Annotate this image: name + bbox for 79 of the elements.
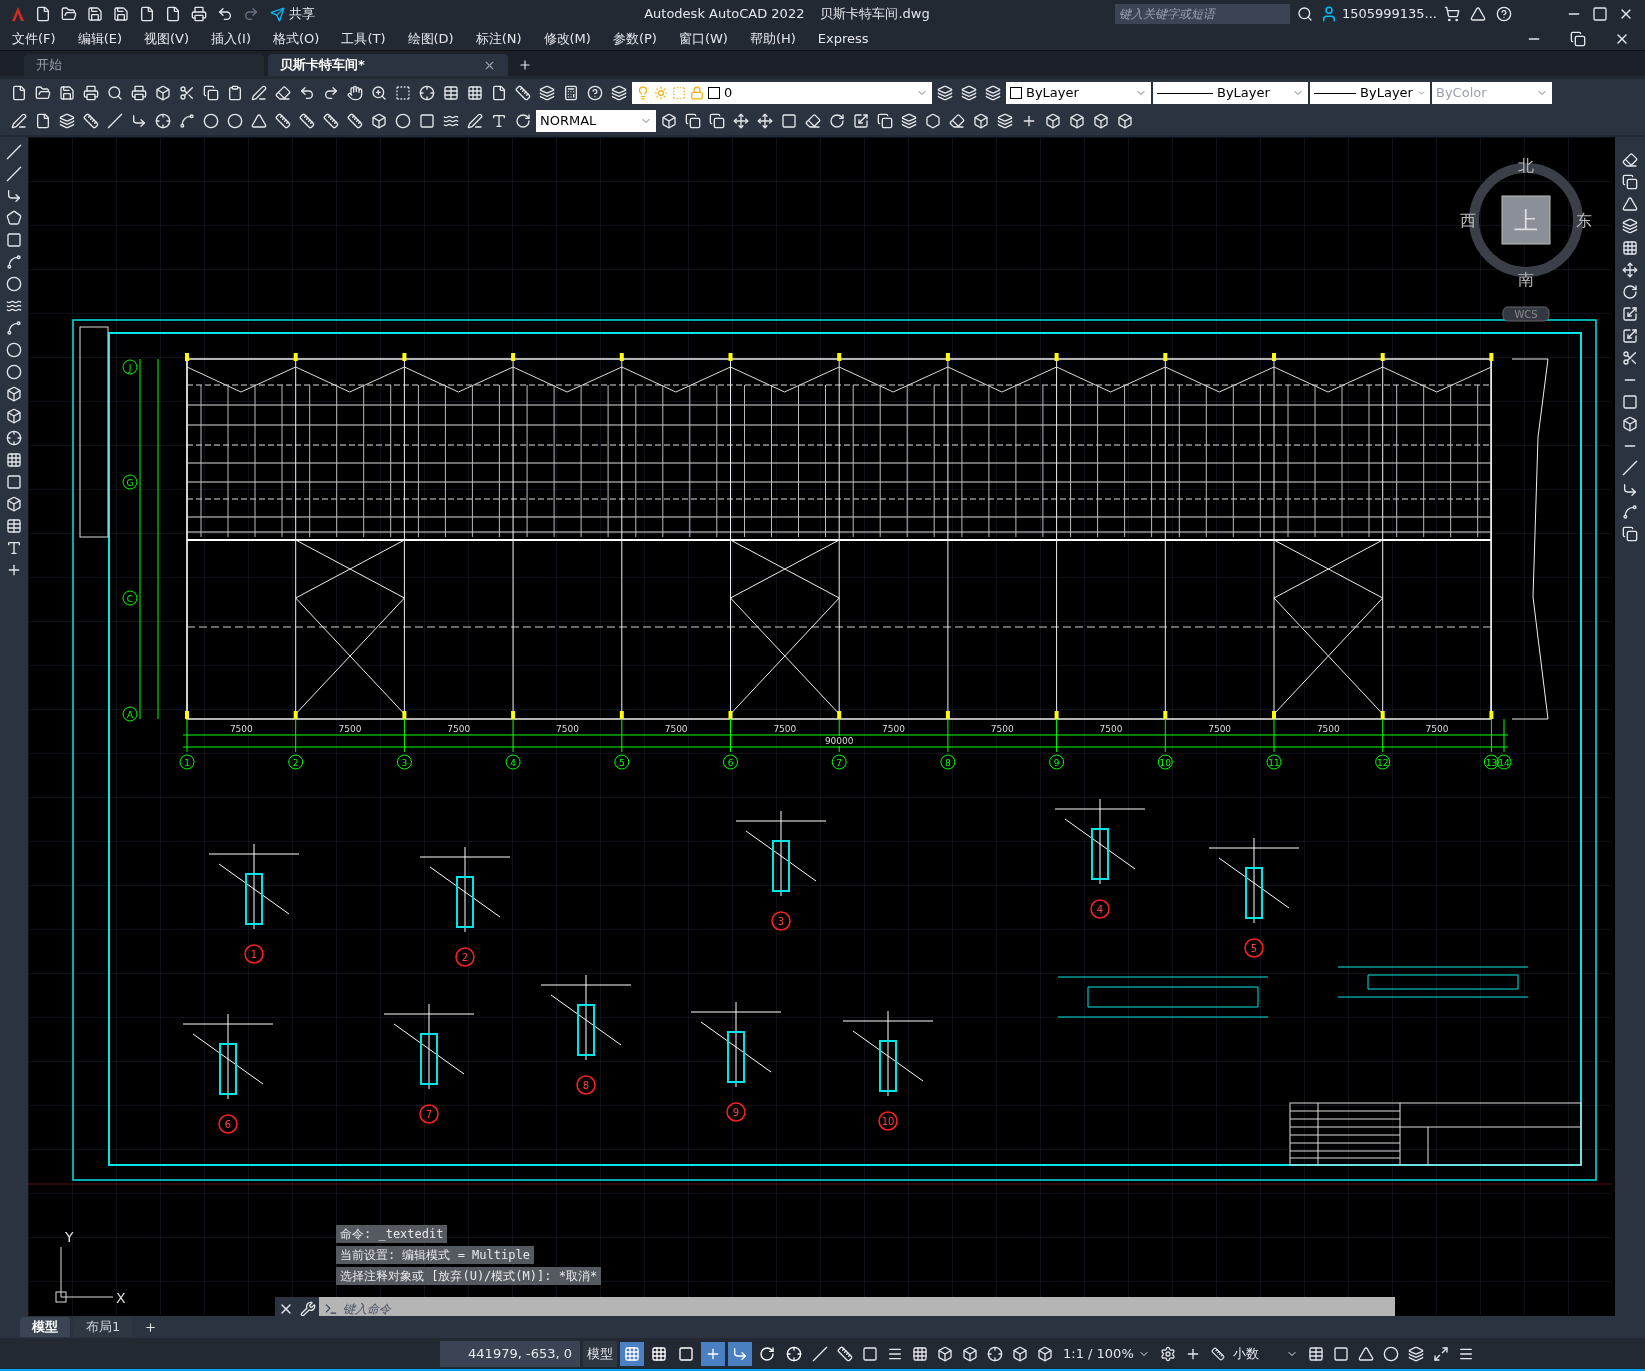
layer-dropdown[interactable]: 0 bbox=[632, 82, 932, 104]
coordinates-readout: 441979, -653, 0 bbox=[440, 1340, 580, 1367]
grid-axis-bubble: C bbox=[122, 590, 138, 606]
detail-number-bubble: 6 bbox=[218, 1114, 238, 1134]
menu-item[interactable]: 格式(O) bbox=[273, 29, 320, 49]
total-dimension-text: 90000 bbox=[824, 736, 854, 746]
grid-axis-bubble: 8 bbox=[940, 754, 956, 770]
detail-number-bubble: 1 bbox=[244, 944, 264, 964]
grid-axis-bubble: 10 bbox=[1157, 754, 1173, 770]
detail-number-bubble: 10 bbox=[878, 1111, 898, 1131]
user-name[interactable]: 1505999135... bbox=[1341, 4, 1437, 24]
menu-item[interactable]: 插入(I) bbox=[211, 29, 251, 49]
detail-number-bubble: 3 bbox=[771, 911, 791, 931]
linetype-dropdown[interactable]: ByLayer bbox=[1153, 82, 1308, 104]
dimension-text: 7500 bbox=[338, 724, 362, 734]
compass-label[interactable]: 东 bbox=[1576, 211, 1592, 230]
dimension-text: 7500 bbox=[1316, 724, 1340, 734]
search-field[interactable]: 键入关键字或短语 bbox=[1114, 4, 1290, 24]
dimension-text: 7500 bbox=[773, 724, 797, 734]
dimension-text: 7500 bbox=[447, 724, 471, 734]
detail-number-bubble: 7 bbox=[419, 1104, 439, 1124]
menu-item[interactable]: 工具(T) bbox=[341, 29, 386, 49]
menu-item[interactable]: 参数(P) bbox=[612, 29, 657, 49]
menu-item[interactable]: 视图(V) bbox=[144, 29, 190, 49]
dimension-text: 7500 bbox=[556, 724, 579, 734]
text-style-dropdown[interactable]: NORMAL bbox=[536, 110, 656, 132]
document-tab[interactable]: 贝斯卡特车间* bbox=[268, 54, 508, 76]
model-space-button[interactable]: 模型 bbox=[583, 1340, 617, 1367]
menu-item[interactable]: 窗口(W) bbox=[678, 29, 728, 49]
dimension-text: 7500 bbox=[990, 724, 1014, 734]
menu-item[interactable]: 文件(F) bbox=[12, 29, 56, 49]
grid-axis-bubble: 4 bbox=[505, 754, 521, 770]
annotation-scale-button[interactable]: 1:1 / 100% bbox=[1059, 1343, 1154, 1364]
detail-number-bubble: 4 bbox=[1090, 899, 1110, 919]
grid-axis-bubble: 2 bbox=[288, 754, 304, 770]
grid-axis-bubble: 7 bbox=[831, 754, 847, 770]
layout-tab[interactable]: 布局1 bbox=[74, 1317, 133, 1337]
ucs-axis-label: X bbox=[116, 1290, 126, 1306]
document-tab[interactable]: 开始 bbox=[24, 54, 264, 76]
dimension-text: 7500 bbox=[882, 724, 905, 734]
grid-axis-bubble: 3 bbox=[396, 754, 412, 770]
lineweight-dropdown[interactable]: ByLayer bbox=[1310, 82, 1430, 104]
menu-item[interactable]: 绘图(D) bbox=[407, 29, 454, 49]
share-button[interactable]: 共享 bbox=[266, 4, 319, 24]
command-input[interactable]: 键入命令 bbox=[343, 1297, 1395, 1316]
compass-label[interactable]: 北 bbox=[1518, 156, 1534, 175]
menu-item[interactable]: 帮助(H) bbox=[749, 29, 796, 49]
menu-item[interactable]: Express bbox=[817, 29, 869, 49]
dimension-text: 7500 bbox=[229, 724, 253, 734]
grid-axis-bubble: G bbox=[122, 474, 138, 490]
units-dropdown[interactable]: 小数 bbox=[1206, 1343, 1302, 1364]
layout-tab[interactable]: 模型 bbox=[20, 1317, 70, 1337]
detail-number-bubble: 2 bbox=[455, 947, 475, 967]
compass-label[interactable]: 南 bbox=[1518, 270, 1534, 289]
detail-number-bubble: 9 bbox=[726, 1102, 746, 1122]
grid-axis-bubble: 11 bbox=[1266, 754, 1282, 770]
detail-number-bubble: 5 bbox=[1244, 938, 1264, 958]
grid-axis-bubble: 13 bbox=[1483, 754, 1499, 770]
dimension-text: 7500 bbox=[1099, 724, 1123, 734]
menu-item[interactable]: 标注(N) bbox=[475, 29, 522, 49]
dimension-text: 7500 bbox=[1208, 724, 1232, 734]
compass-label[interactable]: 西 bbox=[1460, 211, 1476, 230]
dimension-text: 7500 bbox=[1425, 724, 1449, 734]
grid-axis-bubble: 5 bbox=[614, 754, 630, 770]
grid-axis-bubble: 6 bbox=[723, 754, 738, 770]
file-name: 贝斯卡特车间.dwg bbox=[820, 5, 930, 24]
grid-axis-bubble: 1 bbox=[179, 754, 195, 770]
app-title: Autodesk AutoCAD 2022 bbox=[644, 5, 805, 24]
grid-axis-bubble: A bbox=[122, 706, 138, 722]
grid-axis-bubble: 9 bbox=[1049, 754, 1065, 770]
grid-axis-bubble: 12 bbox=[1375, 754, 1391, 770]
grid-axis-bubble: J bbox=[122, 359, 138, 375]
dimension-text: 7500 bbox=[664, 724, 688, 734]
color-dropdown[interactable]: ByLayer bbox=[1006, 82, 1151, 104]
menu-item[interactable]: 编辑(E) bbox=[77, 29, 122, 49]
detail-number-bubble: 8 bbox=[576, 1075, 596, 1095]
ucs-axis-label: Y bbox=[65, 1229, 74, 1245]
grid-axis-bubble: 14 bbox=[1496, 754, 1512, 770]
menu-item[interactable]: 修改(M) bbox=[543, 29, 591, 49]
